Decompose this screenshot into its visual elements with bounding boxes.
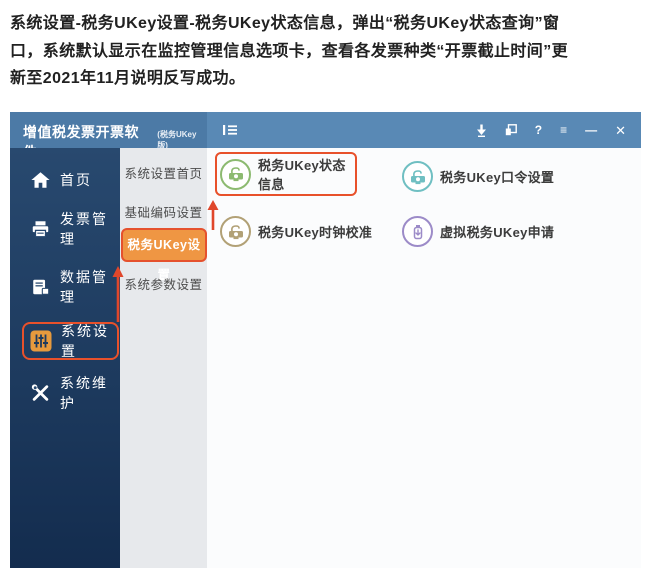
primary-sidebar: 首页 发票管理 数据管理 系统设置 xyxy=(10,148,120,568)
submenu-item-settings-home[interactable]: 系统设置首页 xyxy=(120,163,207,182)
ukey-password-icon xyxy=(402,161,433,192)
titlebar-icons: ? ≡ — ✕ xyxy=(476,124,641,137)
home-icon xyxy=(29,169,51,191)
titlebar: 增值税发票开票软件 (税务UKey版) ? ≡ — ✕ xyxy=(10,112,641,148)
printer-icon xyxy=(29,218,51,240)
submenu-item-ukey-settings[interactable]: 税务UKey设置 xyxy=(121,228,207,262)
minimize-icon[interactable]: — xyxy=(585,124,597,136)
sidebar-item-invoice-management[interactable]: 发票管理 xyxy=(10,211,120,247)
sidebar-item-system-maintenance[interactable]: 系统维护 xyxy=(10,375,120,411)
download-icon[interactable] xyxy=(476,124,487,137)
titlebar-right: ? ≡ — ✕ xyxy=(207,112,641,148)
content-item-label: 税务UKey状态信息 xyxy=(258,155,355,193)
submenu-item-system-params[interactable]: 系统参数设置 xyxy=(120,274,207,293)
sidebar-item-label: 首页 xyxy=(60,170,92,190)
instruction-text: 系统设置-税务UKey设置-税务UKey状态信息，弹出“税务UKey状态查询”窗… xyxy=(10,10,648,93)
app-body: 首页 发票管理 数据管理 系统设置 xyxy=(10,148,641,568)
content-item-virtual-ukey[interactable]: 虚拟税务UKey申请 xyxy=(402,216,554,247)
content-item-label: 税务UKey口令设置 xyxy=(440,167,554,186)
titlebar-brand: 增值税发票开票软件 (税务UKey版) xyxy=(10,112,207,148)
app-window: 增值税发票开票软件 (税务UKey版) ? ≡ — ✕ xyxy=(10,112,641,568)
ukey-status-icon xyxy=(220,159,251,190)
tools-icon xyxy=(29,382,51,404)
instruction-line: 系统设置-税务UKey设置-税务UKey状态信息，弹出“税务UKey状态查询”窗 xyxy=(10,10,648,38)
content-item-ukey-clock[interactable]: 税务UKey时钟校准 xyxy=(220,216,372,247)
data-box-icon xyxy=(29,276,51,298)
sidebar-item-label: 数据管理 xyxy=(60,267,120,307)
sidebar-item-label: 发票管理 xyxy=(60,209,120,249)
sidebar-item-label: 系统设置 xyxy=(61,321,117,361)
ukey-clock-icon xyxy=(220,216,251,247)
content-item-label: 虚拟税务UKey申请 xyxy=(440,222,554,241)
content-area: 税务UKey状态信息 税务UKey口令设置 税务UKey时钟校准 虚拟税务UKe… xyxy=(207,148,641,568)
settings-sliders-icon xyxy=(30,330,52,352)
sidebar-item-system-settings[interactable]: 系统设置 xyxy=(22,322,119,360)
collapse-sidebar-icon[interactable] xyxy=(223,124,237,136)
restore-window-icon[interactable] xyxy=(505,124,517,136)
submenu-item-basic-coding[interactable]: 基础编码设置 xyxy=(120,202,207,221)
menu-icon[interactable]: ≡ xyxy=(560,124,567,136)
sidebar-item-home[interactable]: 首页 xyxy=(10,162,120,198)
virtual-ukey-icon xyxy=(402,216,433,247)
sidebar-item-data-management[interactable]: 数据管理 xyxy=(10,269,120,305)
instruction-line: 口，系统默认显示在监控管理信息选项卡，查看各发票种类“开票截止时间”更 xyxy=(10,38,648,66)
secondary-sidebar: 系统设置首页 基础编码设置 税务UKey设置 系统参数设置 xyxy=(120,148,207,568)
content-item-ukey-password[interactable]: 税务UKey口令设置 xyxy=(402,161,554,192)
content-item-label: 税务UKey时钟校准 xyxy=(258,222,372,241)
help-icon[interactable]: ? xyxy=(535,124,542,136)
instruction-line: 新至2021年11月说明反写成功。 xyxy=(10,65,648,93)
close-icon[interactable]: ✕ xyxy=(615,124,626,137)
content-item-ukey-status[interactable]: 税务UKey状态信息 xyxy=(215,152,357,196)
sidebar-item-label: 系统维护 xyxy=(60,373,120,413)
